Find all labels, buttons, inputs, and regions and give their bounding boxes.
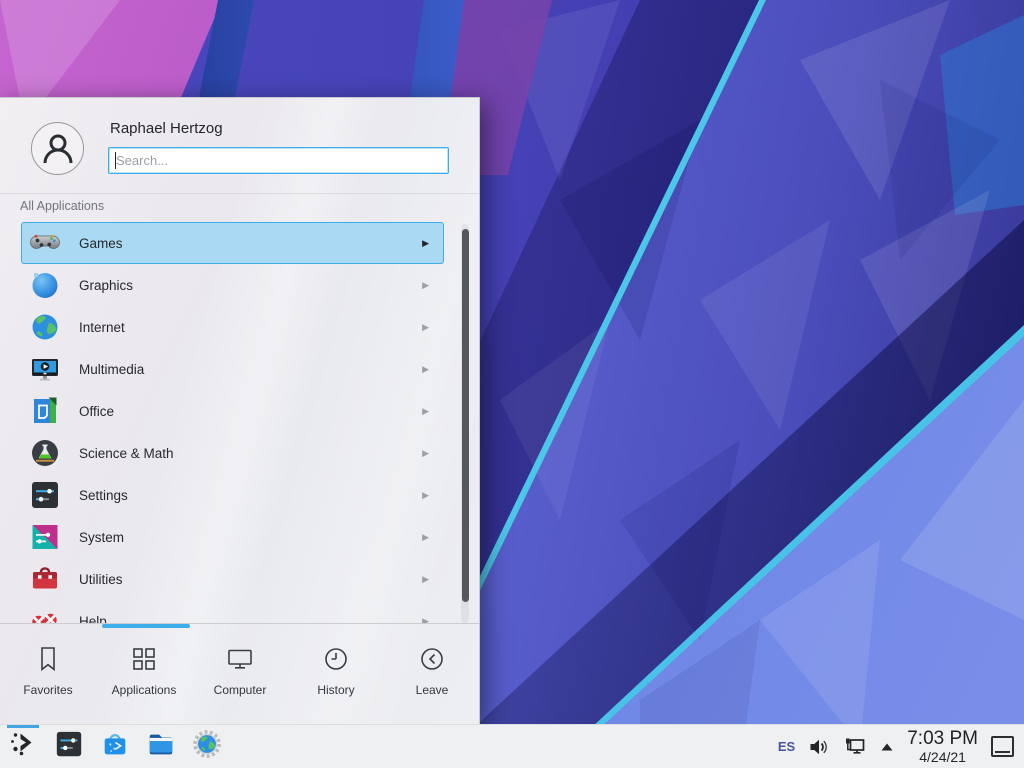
tab-label: Leave	[416, 683, 449, 697]
menu-item-label: Internet	[79, 320, 422, 335]
desktop: Raphael Hertzog All Applications	[0, 0, 1024, 768]
submenu-arrow-icon: ▶	[422, 448, 429, 459]
tab-applications[interactable]: Applications	[96, 628, 192, 724]
menu-item-label: Graphics	[79, 278, 422, 293]
tab-history[interactable]: History	[288, 628, 384, 724]
menu-item-internet[interactable]: Internet ▶	[21, 306, 444, 348]
volume-icon[interactable]	[808, 736, 830, 758]
submenu-arrow-icon: ▶	[422, 364, 429, 375]
menu-item-help[interactable]: Help ▶	[21, 600, 444, 623]
tab-label: Favorites	[23, 683, 72, 697]
keyboard-layout-indicator[interactable]: ES	[778, 739, 795, 754]
tab-label: History	[317, 683, 354, 697]
tab-computer[interactable]: Computer	[192, 628, 288, 724]
menu-item-settings[interactable]: Settings ▶	[21, 474, 444, 516]
menu-item-label: System	[79, 530, 422, 545]
menu-item-label: Games	[79, 236, 422, 251]
history-clock-icon	[322, 644, 350, 674]
submenu-arrow-icon: ▶	[422, 532, 429, 543]
menu-item-science-math[interactable]: Science & Math ▶	[21, 432, 444, 474]
browser-globe-gear-icon	[192, 729, 222, 764]
menu-item-system[interactable]: System ▶	[21, 516, 444, 558]
scrollbar-thumb[interactable]	[462, 229, 469, 602]
discover-taskbar-button[interactable]	[99, 731, 131, 763]
discover-software-center-icon	[100, 729, 130, 764]
show-desktop-button[interactable]	[991, 736, 1014, 757]
system-settings-icon	[54, 729, 84, 764]
sphere-icon	[29, 269, 61, 301]
tab-label: Computer	[214, 683, 267, 697]
search-input[interactable]	[108, 147, 449, 174]
app-grid-icon	[130, 644, 158, 674]
menu-item-label: Help	[79, 614, 422, 624]
tab-bar: Favorites Applications	[0, 628, 480, 724]
lifebuoy-icon	[29, 605, 61, 623]
menu-item-label: Multimedia	[79, 362, 422, 377]
menu-item-multimedia[interactable]: Multimedia ▶	[21, 348, 444, 390]
kickoff-launcher-icon	[8, 729, 38, 764]
menu-item-games[interactable]: Games ▶	[21, 222, 444, 264]
system-sliders-icon	[29, 521, 61, 553]
application-launcher-popup: Raphael Hertzog All Applications	[0, 97, 480, 724]
header-separator	[0, 193, 480, 194]
submenu-arrow-icon: ▶	[422, 616, 429, 624]
submenu-arrow-icon: ▶	[422, 238, 429, 249]
globe-icon	[29, 311, 61, 343]
menu-item-label: Science & Math	[79, 446, 422, 461]
submenu-arrow-icon: ▶	[422, 322, 429, 333]
clock-date: 4/24/21	[907, 750, 978, 764]
web-browser-taskbar-button[interactable]	[191, 731, 223, 763]
submenu-arrow-icon: ▶	[422, 406, 429, 417]
scrollbar[interactable]	[461, 224, 469, 623]
menu-item-label: Settings	[79, 488, 422, 503]
computer-icon	[226, 644, 254, 674]
user-avatar-icon[interactable]	[31, 122, 84, 175]
category-list: Games ▶ Graphics ▶	[0, 222, 455, 623]
text-caret	[115, 152, 116, 169]
tab-label: Applications	[112, 683, 177, 697]
tray-expander-icon[interactable]	[880, 742, 894, 752]
dolphin-folder-icon	[146, 729, 176, 764]
taskbar: ES 7:03 PM 4/	[0, 724, 1024, 768]
menu-item-utilities[interactable]: Utilities ▶	[21, 558, 444, 600]
flask-icon	[29, 437, 61, 469]
monitor-play-icon	[29, 353, 61, 385]
section-label: All Applications	[20, 199, 104, 213]
menu-item-label: Office	[79, 404, 422, 419]
submenu-arrow-icon: ▶	[422, 280, 429, 291]
user-name: Raphael Hertzog	[110, 120, 223, 137]
sliders-icon	[29, 479, 61, 511]
network-icon[interactable]	[843, 735, 867, 759]
submenu-arrow-icon: ▶	[422, 574, 429, 585]
menu-item-office[interactable]: Office ▶	[21, 390, 444, 432]
clock-time: 7:03 PM	[907, 729, 978, 748]
document-icon	[29, 395, 61, 427]
menu-item-graphics[interactable]: Graphics ▶	[21, 264, 444, 306]
system-settings-taskbar-button[interactable]	[53, 731, 85, 763]
tab-favorites[interactable]: Favorites	[0, 628, 96, 724]
menu-item-label: Utilities	[79, 572, 422, 587]
tabbar-separator	[0, 623, 480, 624]
launcher-active-indicator	[7, 725, 39, 728]
submenu-arrow-icon: ▶	[422, 490, 429, 501]
tab-leave[interactable]: Leave	[384, 628, 480, 724]
clock[interactable]: 7:03 PM 4/24/21	[907, 729, 978, 764]
toolbox-icon	[29, 563, 61, 595]
file-manager-taskbar-button[interactable]	[145, 731, 177, 763]
gamepad-icon	[29, 227, 61, 259]
launcher-button[interactable]	[7, 731, 39, 763]
bookmark-icon	[34, 644, 62, 674]
leave-icon	[418, 644, 446, 674]
